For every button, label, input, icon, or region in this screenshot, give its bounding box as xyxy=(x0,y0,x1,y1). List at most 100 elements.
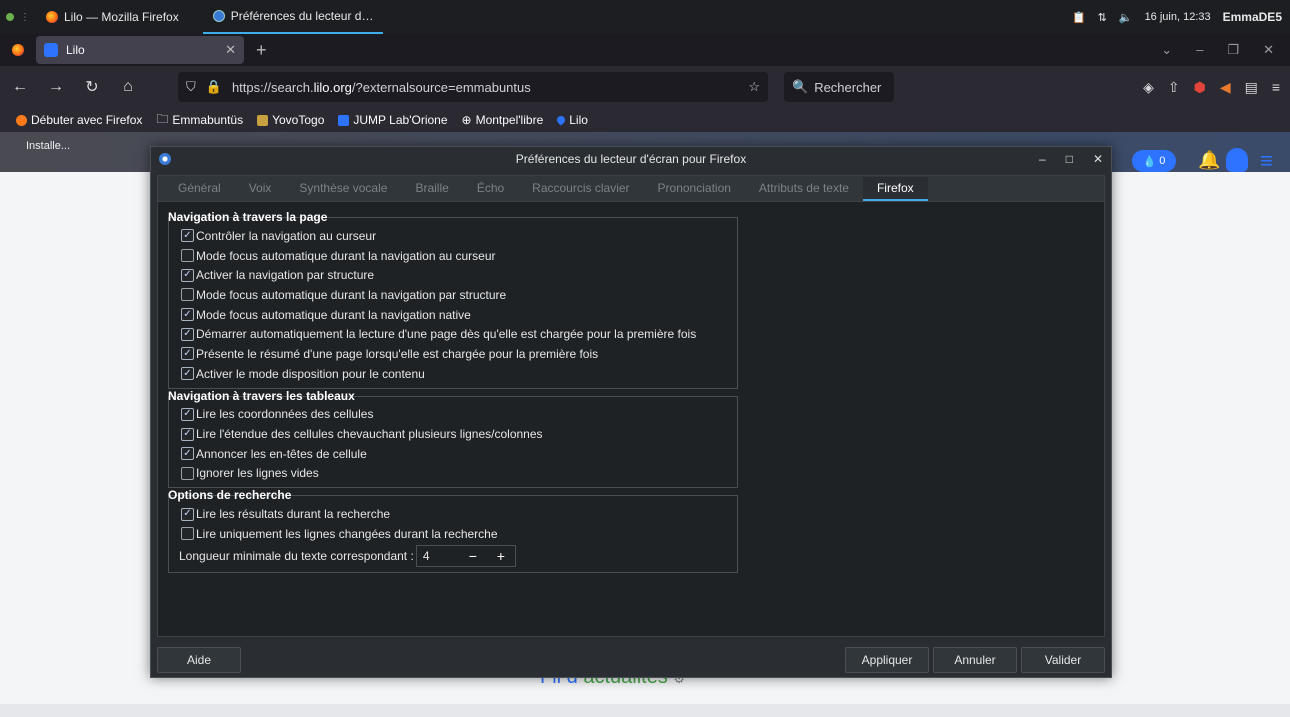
option-row[interactable]: ✓ Contrôler la navigation au curseur xyxy=(181,226,737,246)
checkbox[interactable]: ✓ xyxy=(181,427,194,441)
taskbar-orca-window[interactable]: Préférences du lecteur d… xyxy=(202,0,384,34)
folder-icon: 🗀 xyxy=(156,111,169,126)
checkbox[interactable]: ✓ xyxy=(181,229,194,243)
option-row[interactable]: ✓ Mode focus automatique durant la naviga… xyxy=(181,305,737,325)
browser-tab[interactable]: Lilo ✕ xyxy=(36,36,244,64)
drop-counter[interactable]: 💧 0 xyxy=(1132,150,1176,172)
option-row[interactable]: Ignorer les lignes vides xyxy=(181,464,737,484)
checkbox[interactable]: ✓ xyxy=(181,447,194,461)
forward-icon[interactable]: → xyxy=(46,78,66,96)
firefox-menu-icon[interactable] xyxy=(12,44,24,56)
checkbox[interactable] xyxy=(181,466,194,480)
hamburger-menu-icon[interactable]: ≡ xyxy=(1260,148,1273,174)
tab-synthese-vocale[interactable]: Synthèse vocale xyxy=(285,177,401,201)
url-text[interactable]: https://search.lilo.org/?externalsource=… xyxy=(232,80,531,95)
extensions-icon[interactable]: ⇧ xyxy=(1168,79,1180,96)
tab-voix[interactable]: Voix xyxy=(235,177,286,201)
volume-icon[interactable]: 🔈 xyxy=(1119,11,1133,24)
globe-icon: ⊕ xyxy=(461,113,472,127)
option-row[interactable]: Mode focus automatique durant la navigat… xyxy=(181,285,737,305)
search-bar[interactable]: 🔍 Rechercher xyxy=(784,72,894,102)
help-button[interactable]: Aide xyxy=(157,647,241,673)
checkbox[interactable]: ✓ xyxy=(181,407,194,421)
option-row[interactable]: ✓ Activer la navigation par structure xyxy=(181,265,737,285)
network-icon[interactable] xyxy=(6,13,14,21)
checkbox[interactable] xyxy=(181,249,194,263)
checkbox[interactable]: ✓ xyxy=(181,367,194,381)
bookmark-firefox[interactable]: Débuter avec Firefox xyxy=(16,113,142,127)
more-icon[interactable]: ⋮ xyxy=(20,12,30,23)
option-row[interactable]: ✓ Présente le résumé d'une page lorsqu'el… xyxy=(181,344,737,364)
checkbox[interactable] xyxy=(181,288,194,302)
user-icon[interactable] xyxy=(1226,148,1248,172)
tab-title: Lilo xyxy=(66,43,85,57)
lilo-drop-icon xyxy=(555,114,567,126)
restore-icon[interactable]: ❐ xyxy=(1227,42,1239,58)
decrement-button[interactable]: − xyxy=(459,548,487,564)
tab-prononciation[interactable]: Prononciation xyxy=(644,177,745,201)
checkbox[interactable]: ✓ xyxy=(181,507,194,521)
option-row[interactable]: ✓ Lire les coordonnées des cellules xyxy=(181,405,737,425)
option-row[interactable]: Lire uniquement les lignes changées dura… xyxy=(181,524,737,544)
apply-button[interactable]: Appliquer xyxy=(845,647,929,673)
user-name[interactable]: EmmaDE5 xyxy=(1223,10,1282,24)
pocket-icon[interactable]: ◈ xyxy=(1143,79,1154,96)
option-row[interactable]: ✓ Annoncer les en-têtes de cellule xyxy=(181,444,737,464)
min-length-value[interactable]: 4 xyxy=(417,549,459,563)
close-icon[interactable]: ✕ xyxy=(1093,152,1103,166)
desktop-icon-label[interactable]: Installe... xyxy=(26,140,70,152)
bookmark-yovotogo[interactable]: YovoTogo xyxy=(257,113,324,127)
reload-icon[interactable]: ↻ xyxy=(82,77,102,97)
home-icon[interactable]: ⌂ xyxy=(118,78,138,96)
option-row[interactable]: Mode focus automatique durant la navigat… xyxy=(181,246,737,266)
orca-icon xyxy=(212,10,225,22)
reader-icon[interactable]: ▤ xyxy=(1245,79,1258,96)
cancel-button[interactable]: Annuler xyxy=(933,647,1017,673)
app-menu-icon[interactable]: ≡ xyxy=(1272,79,1280,96)
url-bar[interactable]: ⛉ 🔒 https://search.lilo.org/?externalsou… xyxy=(178,72,768,102)
tab-raccourcis-clavier[interactable]: Raccourcis clavier xyxy=(518,177,643,201)
tab-attributs-texte[interactable]: Attributs de texte xyxy=(745,177,863,201)
maximize-icon[interactable]: □ xyxy=(1066,152,1073,166)
close-tab-icon[interactable]: ✕ xyxy=(225,42,236,58)
checkbox[interactable]: ✓ xyxy=(181,268,194,282)
bookmark-montpellibre[interactable]: ⊕ Montpel'libre xyxy=(462,113,544,127)
tab-braille[interactable]: Braille xyxy=(401,177,462,201)
option-row[interactable]: ✓ Lire l'étendue des cellules chevauchant… xyxy=(181,424,737,444)
drop-icon: 💧 xyxy=(1142,155,1157,168)
ublock-icon[interactable]: ⬢ xyxy=(1194,79,1206,96)
minimize-icon[interactable]: – xyxy=(1039,152,1046,166)
bookmark-star-icon[interactable]: ☆ xyxy=(748,79,760,95)
back-icon[interactable]: ← xyxy=(10,78,30,96)
close-window-icon[interactable]: ✕ xyxy=(1263,42,1274,58)
taskbar-firefox-window[interactable]: Lilo — Mozilla Firefox xyxy=(36,0,189,34)
clock[interactable]: 16 juin, 12:33 xyxy=(1145,11,1211,23)
ok-button[interactable]: Valider xyxy=(1021,647,1105,673)
shield-icon[interactable]: ⛉ xyxy=(186,79,196,95)
lock-icon[interactable]: 🔒 xyxy=(206,79,222,95)
bell-icon[interactable]: 🔔 xyxy=(1198,150,1220,171)
checkbox[interactable]: ✓ xyxy=(181,347,194,361)
min-length-spinbox[interactable]: 4 − + xyxy=(415,544,516,567)
clipboard-icon[interactable]: 📋 xyxy=(1072,11,1086,24)
bookmark-emmabuntus[interactable]: 🗀 Emmabuntüs xyxy=(156,110,243,131)
tab-echo[interactable]: Écho xyxy=(463,177,518,201)
minimize-icon[interactable]: – xyxy=(1196,42,1203,58)
option-row[interactable]: ✓ Activer le mode disposition pour le con… xyxy=(181,364,737,384)
option-row[interactable]: ✓ Lire les résultats durant la recherche xyxy=(181,504,737,524)
network-arrows-icon[interactable]: ⇅ xyxy=(1098,11,1107,24)
orca-extension-icon[interactable]: ◀ xyxy=(1220,79,1231,96)
bookmark-lilo[interactable]: Lilo xyxy=(555,113,588,127)
dialog-titlebar[interactable]: Préférences du lecteur d'écran pour Fire… xyxy=(151,147,1111,171)
option-row[interactable]: ✓ Démarrer automatiquement la lecture d'u… xyxy=(181,324,737,344)
tab-firefox[interactable]: Firefox xyxy=(862,177,928,201)
firefox-icon xyxy=(16,114,27,126)
bookmark-jump[interactable]: JUMP Lab'Orione xyxy=(338,113,448,127)
checkbox[interactable] xyxy=(181,527,194,541)
tab-general[interactable]: Général xyxy=(164,177,235,201)
tab-list-icon[interactable]: ⌄ xyxy=(1161,42,1172,58)
new-tab-icon[interactable]: + xyxy=(256,40,267,61)
checkbox[interactable]: ✓ xyxy=(181,327,194,341)
increment-button[interactable]: + xyxy=(487,548,515,564)
checkbox[interactable]: ✓ xyxy=(181,308,194,322)
